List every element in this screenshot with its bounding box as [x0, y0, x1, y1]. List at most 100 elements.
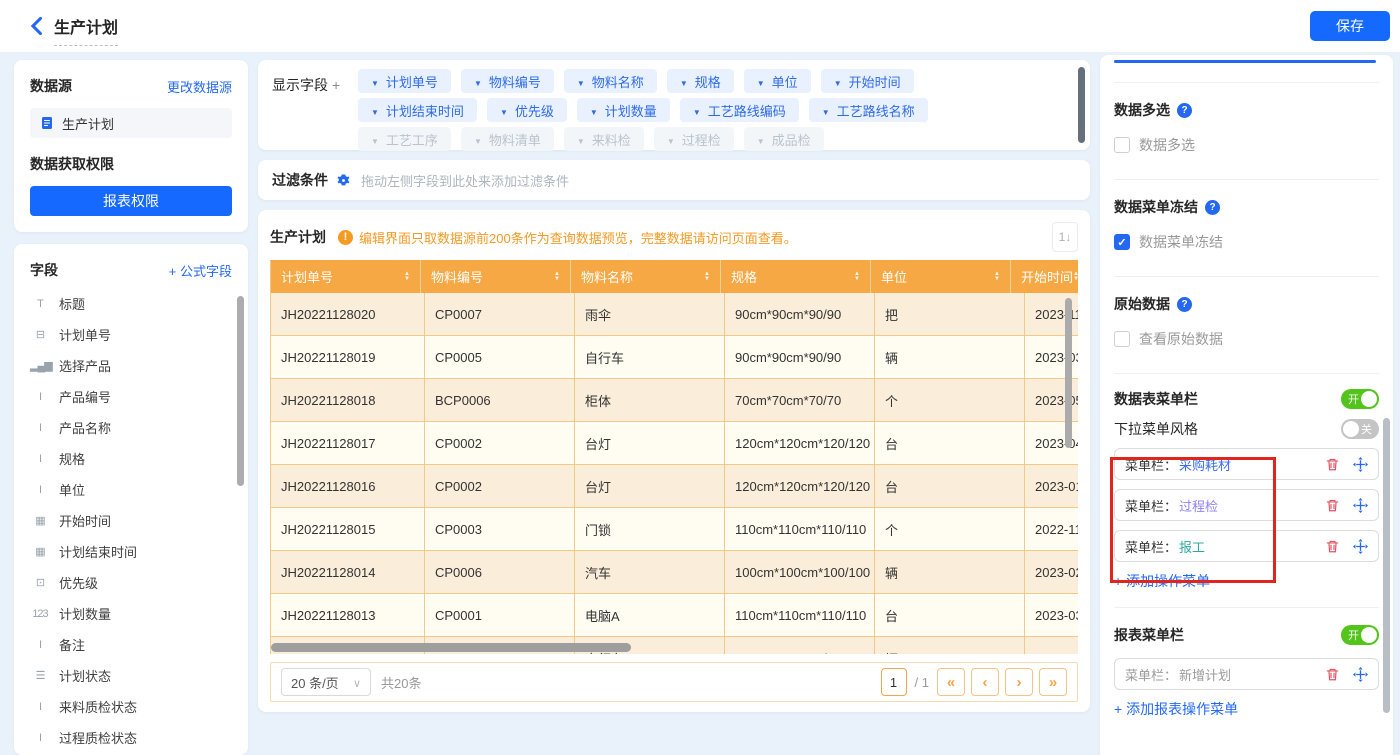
field-label: 备注 [59, 635, 85, 654]
table-menu-toggle[interactable]: 开 [1341, 389, 1379, 409]
field-chip-disabled[interactable]: 来料检 [564, 127, 644, 151]
display-fields-card: 显示字段+ 计划单号物料编号物料名称规格单位开始时间 计划结束时间优先级计划数量… [258, 60, 1090, 150]
header-cell[interactable]: 开始时间 ▲▼ [1011, 260, 1078, 293]
menu-item[interactable]: 菜单栏： 新增计划 [1114, 658, 1379, 690]
table-cell: 个 [875, 379, 1025, 421]
field-chip[interactable]: 规格 [667, 69, 734, 93]
gear-icon[interactable] [336, 173, 351, 188]
table-cell: 门锁 [575, 508, 725, 550]
first-page-button[interactable]: « [937, 668, 965, 696]
field-chip[interactable]: 计划单号 [358, 69, 451, 93]
trash-icon[interactable] [1325, 457, 1340, 472]
header-cell[interactable]: 单位 ▲▼ [871, 260, 1011, 293]
field-chip[interactable]: 单位 [744, 69, 811, 93]
field-item[interactable]: I 产品名称 [30, 412, 232, 443]
raw-data-checkbox[interactable] [1114, 331, 1130, 347]
header-cell[interactable]: 物料编号 ▲▼ [421, 260, 571, 293]
header-cell[interactable]: 物料名称 ▲▼ [571, 260, 721, 293]
field-chip-disabled[interactable]: 物料清单 [461, 127, 554, 151]
field-chip-disabled[interactable]: 过程检 [654, 127, 734, 151]
header-cell[interactable]: 规格 ▲▼ [721, 260, 871, 293]
trash-icon[interactable] [1325, 498, 1340, 513]
field-chip[interactable]: 物料编号 [461, 69, 554, 93]
move-icon[interactable] [1353, 457, 1368, 472]
field-label: 单位 [59, 480, 85, 499]
menu-item[interactable]: 菜单栏： 采购耗材 [1114, 448, 1379, 480]
multi-select-checkbox[interactable] [1114, 137, 1130, 153]
add-report-menu-link[interactable]: + 添加报表操作菜单 [1114, 699, 1379, 719]
add-action-menu-link[interactable]: + 添加操作菜单 [1114, 571, 1379, 591]
last-page-button[interactable]: » [1039, 668, 1067, 696]
horizontal-scrollbar[interactable] [271, 643, 631, 652]
field-item[interactable]: I 规格 [30, 443, 232, 474]
sort-carets-icon[interactable]: ▲▼ [1073, 272, 1078, 282]
table-cell: 把 [875, 293, 1025, 335]
field-chip[interactable]: 开始时间 [821, 69, 914, 93]
page-size-select[interactable]: 20 条/页 [281, 668, 371, 696]
sort-carets-icon[interactable]: ▲▼ [704, 272, 710, 282]
sort-carets-icon[interactable]: ▲▼ [994, 272, 1000, 282]
table-cell: 2022-10 [1025, 637, 1078, 654]
page-input[interactable]: 1 [881, 668, 907, 696]
field-chip[interactable]: 工艺路线名称 [809, 98, 928, 122]
field-item[interactable]: I 单位 [30, 474, 232, 505]
field-chip[interactable]: 工艺路线编码 [680, 98, 799, 122]
table-vertical-scrollbar[interactable] [1065, 298, 1072, 448]
field-item[interactable]: I 来料质检状态 [30, 691, 232, 722]
menu-item[interactable]: 菜单栏： 过程检 [1114, 489, 1379, 521]
field-item[interactable]: ▦ 计划结束时间 [30, 536, 232, 567]
datasource-title: 数据源 [30, 76, 72, 96]
field-item[interactable]: ⊟ 计划单号 [30, 319, 232, 350]
dropdown-style-toggle[interactable]: 关 [1341, 419, 1379, 439]
move-icon[interactable] [1353, 498, 1368, 513]
field-item[interactable]: ▂▄▆ 选择产品 [30, 350, 232, 381]
table-cell: 辆 [875, 336, 1025, 378]
fields-scrollbar[interactable] [237, 296, 244, 486]
header-cell[interactable]: 计划单号 ▲▼ [271, 260, 421, 293]
field-label: 来料质检状态 [59, 697, 137, 716]
field-chip[interactable]: 优先级 [487, 98, 567, 122]
field-item[interactable]: I 产品编号 [30, 381, 232, 412]
field-item[interactable]: ⊡ 优先级 [30, 567, 232, 598]
sort-carets-icon[interactable]: ▲▼ [404, 272, 410, 282]
help-icon[interactable]: ? [1177, 297, 1192, 312]
table-row: JH20221128017 CP0002 台灯 120cm*120cm*120/… [271, 422, 1078, 465]
field-chip[interactable]: 计划数量 [577, 98, 670, 122]
help-icon[interactable]: ? [1205, 200, 1220, 215]
field-item[interactable]: ▦ 开始时间 [30, 505, 232, 536]
field-chip[interactable]: 计划结束时间 [358, 98, 477, 122]
save-button[interactable]: 保存 [1310, 11, 1390, 41]
help-icon[interactable]: ? [1177, 103, 1192, 118]
display-fields-scrollbar[interactable] [1078, 67, 1085, 143]
field-item[interactable]: I 备注 [30, 629, 232, 660]
field-item[interactable]: 123 计划数量 [30, 598, 232, 629]
menu-item[interactable]: 菜单栏： 报工 [1114, 530, 1379, 562]
settings-scrollbar[interactable] [1383, 418, 1390, 713]
back-button[interactable] [26, 15, 48, 37]
move-icon[interactable] [1353, 539, 1368, 554]
table-body: JH20221128020 CP0007 雨伞 90cm*90cm*90/90 … [271, 293, 1078, 654]
field-item[interactable]: T 标题 [30, 288, 232, 319]
field-chip[interactable]: 物料名称 [564, 69, 657, 93]
menu-freeze-checkbox[interactable] [1114, 234, 1130, 250]
field-item[interactable]: ☰ 计划状态 [30, 660, 232, 691]
field-chip-disabled[interactable]: 成品检 [744, 127, 824, 151]
field-chip-disabled[interactable]: 工艺工序 [358, 127, 451, 151]
table-cell: 2023-01 [1025, 465, 1078, 507]
field-item[interactable]: I 过程质检状态 [30, 722, 232, 753]
report-menu-toggle[interactable]: 开 [1341, 625, 1379, 645]
change-datasource-link[interactable]: 更改数据源 [167, 77, 232, 96]
trash-icon[interactable] [1325, 539, 1340, 554]
move-icon[interactable] [1353, 667, 1368, 682]
trash-icon[interactable] [1325, 667, 1340, 682]
add-formula-field-link[interactable]: + 公式字段 [169, 261, 232, 280]
sort-carets-icon[interactable]: ▲▼ [854, 272, 860, 282]
next-page-button[interactable]: › [1005, 668, 1033, 696]
sort-carets-icon[interactable]: ▲▼ [554, 272, 560, 282]
report-permission-button[interactable]: 报表权限 [30, 186, 232, 216]
sort-tool-button[interactable]: 1↓ [1052, 222, 1078, 252]
prev-page-button[interactable]: ‹ [971, 668, 999, 696]
add-display-field-button[interactable]: + [332, 77, 340, 93]
datasource-item[interactable]: 生产计划 [30, 108, 232, 138]
middle-panel: 显示字段+ 计划单号物料编号物料名称规格单位开始时间 计划结束时间优先级计划数量… [258, 60, 1090, 712]
